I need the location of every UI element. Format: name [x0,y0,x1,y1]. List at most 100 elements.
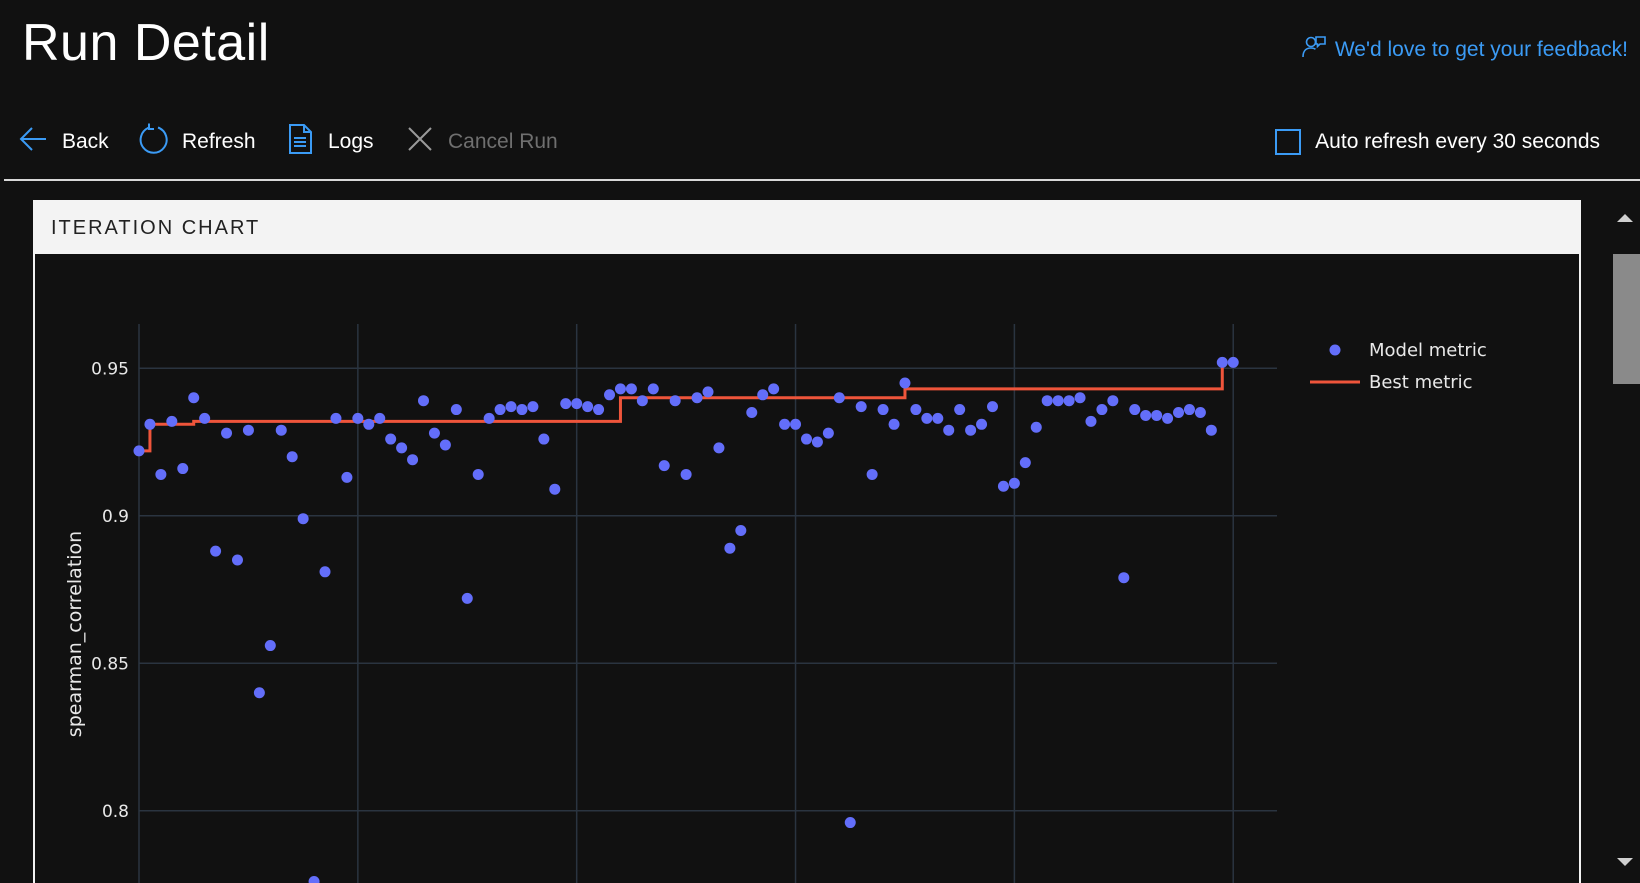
model-metric-point[interactable] [800,433,812,445]
model-metric-point[interactable] [1129,404,1141,416]
model-metric-point[interactable] [1183,404,1195,416]
model-metric-point[interactable] [954,404,966,416]
model-metric-point[interactable] [549,483,561,495]
model-metric-point[interactable] [746,407,758,418]
model-metric-point[interactable] [199,412,211,424]
model-metric-point[interactable] [428,427,440,439]
model-metric-point[interactable] [1140,409,1152,421]
model-metric-point[interactable] [264,640,276,652]
model-metric-point[interactable] [352,412,364,424]
model-metric-point[interactable] [363,418,375,430]
model-metric-point[interactable] [407,454,419,466]
model-metric-point[interactable] [1205,424,1217,436]
model-metric-point[interactable] [593,404,605,416]
model-metric-point[interactable] [932,412,944,424]
model-metric-point[interactable] [374,412,386,424]
model-metric-point[interactable] [702,386,714,398]
model-metric-point[interactable] [210,545,222,557]
model-metric-point[interactable] [779,418,791,430]
model-metric-point[interactable] [418,395,429,407]
model-metric-point[interactable] [691,392,703,404]
model-metric-point[interactable] [866,468,878,480]
model-metric-point[interactable] [844,817,856,829]
model-metric-point[interactable] [614,383,626,395]
model-metric-point[interactable] [1085,415,1097,427]
model-metric-point[interactable] [231,554,243,566]
model-metric-point[interactable] [1227,356,1239,368]
model-metric-point[interactable] [877,404,889,416]
model-metric-point[interactable] [604,389,616,401]
model-metric-point[interactable] [976,418,988,430]
model-metric-point[interactable] [1041,395,1053,407]
model-metric-point[interactable] [242,424,254,436]
model-metric-point[interactable] [1173,407,1185,418]
scroll-up-button[interactable] [1610,204,1640,232]
model-metric-point[interactable] [221,427,233,439]
model-metric-point[interactable] [997,480,1009,492]
model-metric-point[interactable] [516,404,528,416]
feedback-link[interactable]: We'd love to get your feedback! [1301,34,1628,66]
model-metric-point[interactable] [538,433,550,445]
model-metric-point[interactable] [505,401,517,413]
model-metric-point[interactable] [319,566,331,578]
model-metric-point[interactable] [647,383,659,395]
auto-refresh-toggle[interactable]: Auto refresh every 30 seconds [1275,124,1600,160]
model-metric-point[interactable] [155,468,167,480]
model-metric-point[interactable] [1216,356,1228,368]
refresh-button[interactable]: Refresh [138,123,256,160]
model-metric-point[interactable] [680,468,692,480]
model-metric-point[interactable] [1052,395,1064,407]
model-metric-point[interactable] [144,418,156,430]
model-metric-point[interactable] [1063,395,1075,407]
model-metric-point[interactable] [1096,404,1108,416]
model-metric-point[interactable] [286,451,298,463]
model-metric-point[interactable] [494,404,506,416]
model-metric-point[interactable] [275,424,287,436]
model-metric-point[interactable] [987,401,998,413]
model-metric-point[interactable] [177,463,189,475]
model-metric-point[interactable] [735,525,747,536]
model-metric-point[interactable] [1107,395,1119,407]
model-metric-point[interactable] [790,418,802,430]
model-metric-point[interactable] [910,404,922,416]
cancel-run-button[interactable]: Cancel Run [404,124,558,160]
model-metric-point[interactable] [330,412,342,424]
model-metric-point[interactable] [297,513,309,525]
vertical-scrollbar[interactable] [1610,200,1640,883]
model-metric-point[interactable] [1194,407,1206,418]
model-metric-point[interactable] [1008,477,1020,489]
model-metric-point[interactable] [385,433,397,445]
model-metric-point[interactable] [899,377,911,389]
model-metric-point[interactable] [811,436,823,448]
model-metric-point[interactable] [527,401,539,413]
model-metric-point[interactable] [1019,457,1031,469]
model-metric-point[interactable] [308,876,320,883]
back-button[interactable]: Back [18,124,109,160]
model-metric-point[interactable] [396,442,408,454]
model-metric-point[interactable] [1118,572,1130,584]
model-metric-point[interactable] [921,412,933,424]
auto-refresh-checkbox[interactable] [1275,129,1302,155]
model-metric-point[interactable] [439,439,451,451]
model-metric-point[interactable] [571,398,583,410]
model-metric-point[interactable] [560,398,572,410]
model-metric-point[interactable] [253,687,265,699]
model-metric-point[interactable] [166,415,178,427]
model-metric-point[interactable] [965,424,977,436]
model-metric-point[interactable] [822,427,834,439]
model-metric-point[interactable] [341,471,353,483]
model-metric-point[interactable] [450,404,462,416]
model-metric-point[interactable] [472,468,484,480]
model-metric-point[interactable] [1030,421,1042,433]
scroll-thumb[interactable] [1613,254,1640,384]
model-metric-point[interactable] [943,424,955,436]
model-metric-point[interactable] [133,445,145,457]
model-metric-point[interactable] [855,401,867,413]
model-metric-point[interactable] [888,418,900,430]
model-metric-point[interactable] [1162,412,1174,424]
model-metric-point[interactable] [757,389,769,401]
model-metric-point[interactable] [833,392,845,404]
model-metric-point[interactable] [461,592,473,604]
logs-button[interactable]: Logs [284,124,374,160]
model-metric-point[interactable] [636,395,648,407]
